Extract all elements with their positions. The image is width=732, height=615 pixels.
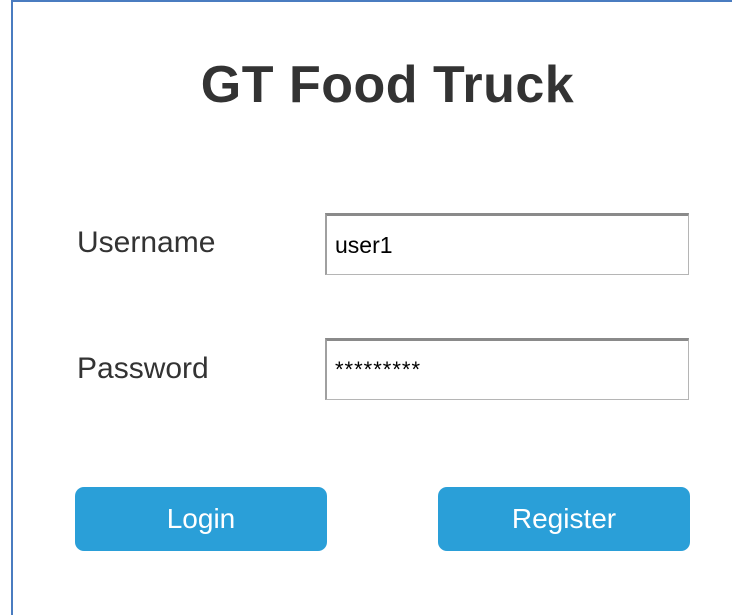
- login-button[interactable]: Login: [75, 487, 327, 551]
- register-button[interactable]: Register: [438, 487, 690, 551]
- username-input[interactable]: [325, 213, 689, 275]
- password-label: Password: [77, 352, 209, 385]
- password-input[interactable]: [325, 338, 689, 400]
- username-label: Username: [77, 226, 216, 259]
- page-title: GT Food Truck: [200, 56, 575, 114]
